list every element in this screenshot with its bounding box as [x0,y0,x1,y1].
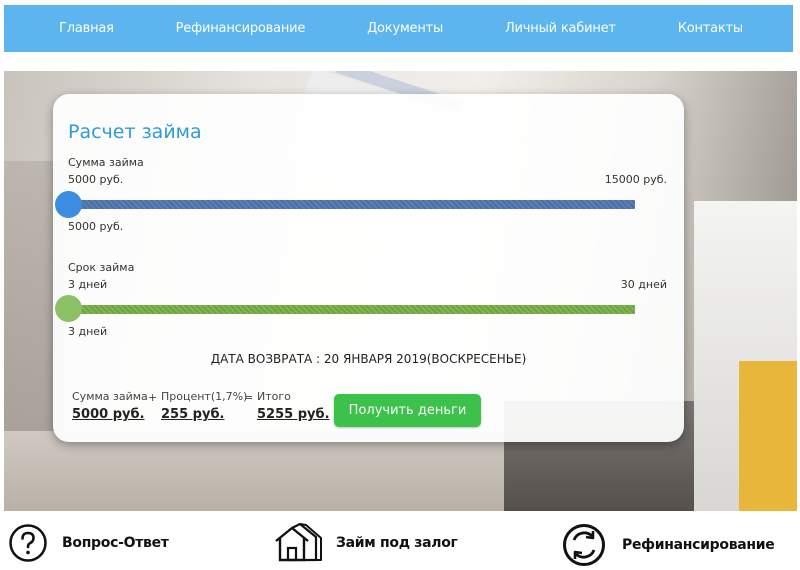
nav-item-account[interactable]: Личный кабинет [505,21,616,36]
amount-max-label: 15000 руб. [604,173,667,186]
term-slider-handle[interactable] [55,295,82,322]
amount-min-label: 5000 руб. [68,173,124,186]
feature-pledge-loan[interactable]: Займ под залог [274,523,458,563]
amount-slider-track[interactable] [68,200,635,209]
summary-total-value: 5255 руб. [257,407,330,422]
summary-plus-sign: + [148,391,158,404]
get-money-button[interactable]: Получить деньги [334,394,481,427]
feature-refinance-label: Рефинансирование [622,537,775,553]
top-navigation: Главная Рефинансирование Документы Личны… [4,5,793,52]
summary-equals-sign: = [244,391,254,404]
features-bar: Вопрос-Ответ Займ под залог Рефинансиров [0,511,800,570]
nav-item-contacts[interactable]: Контакты [678,21,744,36]
summary-loan-value: 5000 руб. [72,407,145,422]
summary-total: Итого 5255 руб. [257,390,330,422]
summary-interest: Процент(1,7%) 255 руб. [161,390,247,422]
loan-calculator: Расчет займа Сумма займа 5000 руб. 15000… [53,94,684,442]
question-circle-icon [8,523,48,563]
summary-total-caption: Итого [257,390,291,403]
summary-interest-caption: Процент(1,7%) [161,390,248,403]
amount-selected-value: 5000 руб. [68,220,124,233]
term-selected-value: 3 дней [68,325,108,338]
refresh-circle-icon [562,523,606,567]
hero-decor-floor [4,431,524,511]
calculator-title: Расчет займа [68,121,202,143]
summary-interest-value: 255 руб. [161,407,225,422]
nav-item-documents[interactable]: Документы [367,21,443,36]
nav-item-home[interactable]: Главная [59,21,114,36]
term-label: Срок займа [68,261,135,274]
term-max-label: 30 дней [620,278,667,291]
amount-label: Сумма займа [68,156,144,169]
nav-item-refinancing[interactable]: Рефинансирование [176,21,306,36]
feature-pledge-label: Займ под залог [336,535,458,551]
feature-refinance[interactable]: Рефинансирование [562,523,775,567]
houses-icon [274,523,322,563]
hero-decor-yellow-bag [739,361,797,511]
feature-faq-label: Вопрос-Ответ [62,535,169,551]
summary-loan: Сумма займа 5000 руб. [72,390,148,422]
summary-loan-caption: Сумма займа [72,390,148,403]
return-date: ДАТА ВОЗВРАТА : 20 ЯНВАРЯ 2019(ВОСКРЕСЕН… [210,352,527,366]
feature-faq[interactable]: Вопрос-Ответ [8,523,169,563]
amount-slider-handle[interactable] [55,191,82,218]
term-slider-track[interactable] [68,305,635,314]
term-min-label: 3 дней [68,278,108,291]
